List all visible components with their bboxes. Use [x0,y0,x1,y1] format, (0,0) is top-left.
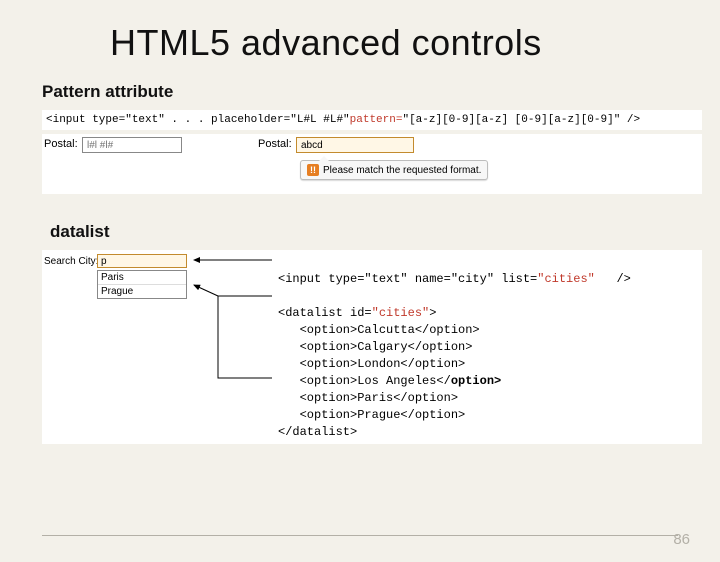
code-post: "[a-z][0-9][a-z] [0-9][a-z][0-9]" /> [402,114,640,126]
search-city-label: Search City: [44,256,98,267]
postal-label-2: Postal: [258,138,292,150]
postal-input-2[interactable] [296,137,414,153]
list-item[interactable]: Prague [98,285,186,298]
validation-tooltip: !! Please match the requested format. [300,160,488,180]
pattern-examples: Postal: Postal: !! Please match the requ… [42,134,702,194]
warning-icon: !! [307,164,319,176]
code-highlight-pattern: pattern= [350,114,403,126]
datalist-example-area: Search City: Paris Prague <input type="t… [42,250,702,444]
code-pre: <input type="text" . . . placeholder="L#… [46,114,350,126]
section-heading-pattern: Pattern attribute [42,82,720,102]
footer-divider [42,535,678,536]
list-item[interactable]: Paris [98,271,186,285]
slide-title: HTML5 advanced controls [110,22,720,64]
tooltip-text: Please match the requested format. [323,165,481,176]
section-heading-datalist: datalist [50,222,720,242]
postal-input-1[interactable] [82,137,182,153]
datalist-suggestions[interactable]: Paris Prague [97,270,187,299]
code-line-pattern: <input type="text" . . . placeholder="L#… [42,110,702,130]
datalist-code-block: <input type="text" name="city" list="cit… [278,254,631,441]
postal-label-1: Postal: [44,138,78,150]
search-city-input[interactable] [97,254,187,268]
